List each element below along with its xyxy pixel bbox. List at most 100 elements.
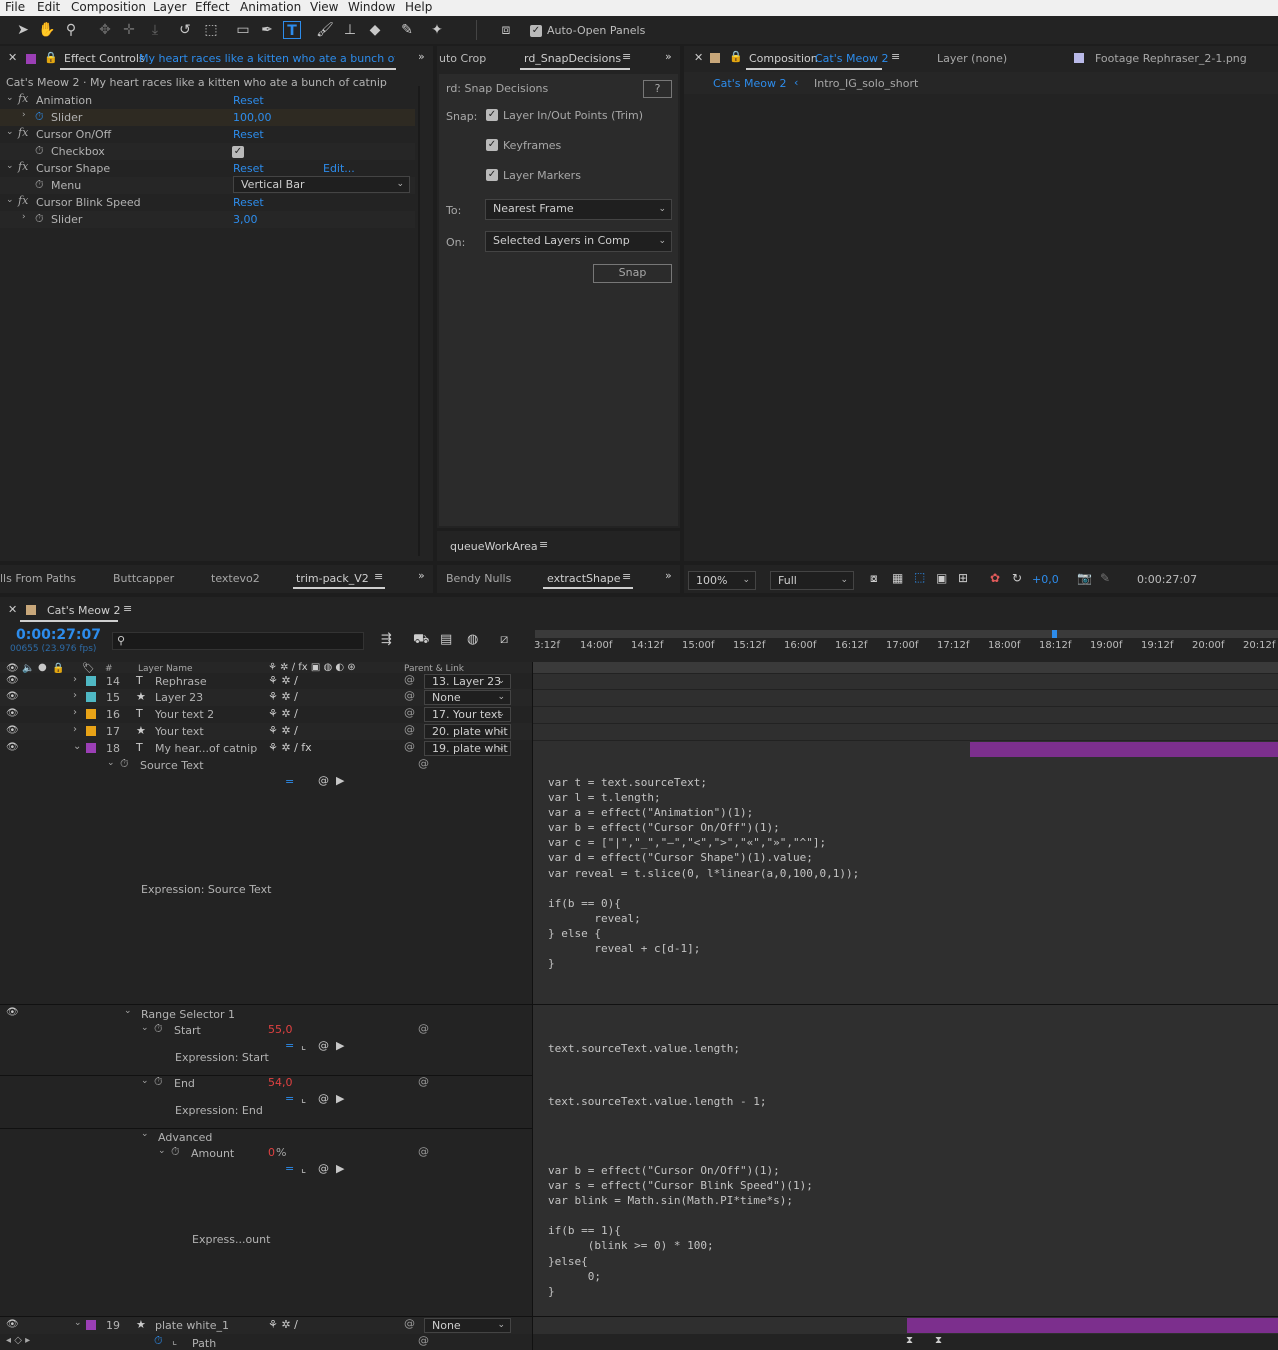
cursor-checkbox[interactable]: ✓ [232, 146, 244, 158]
source-text-row[interactable]: ⌄ ⏱ Source Text @ [0, 757, 532, 774]
expression-toggle-icon[interactable]: = [285, 1162, 294, 1175]
panel-overflow-icon[interactable]: » [665, 569, 672, 582]
parent-dropdown[interactable]: 13. Layer 23 ⌄ [424, 674, 511, 689]
slider-value[interactable]: 100,00 [233, 111, 272, 124]
panel-menu-icon[interactable]: ≡ [374, 570, 383, 583]
eraser-tool-icon[interactable]: ◆ [366, 21, 384, 39]
layer-label-color[interactable] [86, 743, 96, 753]
layer-row-15[interactable]: 👁 › 15 ★ Layer 23 ⚘ ✲ ∕ @ None ⌄ [0, 689, 532, 706]
effect-row-slider[interactable]: › ⏱ Slider 100,00 [0, 109, 415, 126]
chevron-right-icon[interactable]: › [73, 690, 77, 701]
lock-icon[interactable]: 🔒 [44, 51, 58, 64]
mask-path-visibility-icon[interactable]: ⬚ [914, 570, 925, 584]
tab-textevo2[interactable]: textevo2 [211, 572, 260, 585]
panel-menu-icon[interactable]: ≡ [622, 50, 631, 63]
chevron-right-icon[interactable]: › [22, 110, 26, 120]
parent-dropdown[interactable]: 20. plate whit ⌄ [424, 724, 511, 739]
panel-menu-icon[interactable]: ≡ [891, 50, 900, 63]
expression-menu-icon[interactable]: ▶ [336, 1162, 344, 1175]
amount-value[interactable]: 0 [268, 1146, 275, 1159]
keyframe-nav-icon[interactable]: ◂ ◇ ▸ [6, 1335, 30, 1346]
panel-toggle-icon[interactable]: ⧈ [497, 21, 515, 39]
puppet-pin-tool-icon[interactable]: ✦ [428, 21, 446, 39]
switches-icons[interactable]: ⚘ ✲ ∕ [268, 707, 298, 720]
parent-dropdown[interactable]: 19. plate whit ⌄ [424, 741, 511, 756]
chevron-down-icon[interactable]: ⌄ [107, 758, 115, 768]
frame-blending-icon[interactable]: ▤ [440, 632, 452, 647]
pickwhip-icon[interactable]: @ [404, 673, 415, 686]
amount-row[interactable]: ⌄ ⏱ Amount 0 % @ [0, 1145, 532, 1162]
on-dropdown[interactable]: Selected Layers in Comp ⌄ [485, 231, 672, 252]
timeline-current-time[interactable]: 0:00:27:07 [16, 627, 101, 643]
expression-pickwhip-icon[interactable]: @ [318, 774, 329, 787]
expression-start-editor[interactable]: text.sourceText.value.length; [533, 1022, 1278, 1075]
draft-3d-icon[interactable]: ⛟ [413, 632, 429, 649]
menu-effect[interactable]: Effect [195, 0, 230, 15]
current-time-display[interactable]: 0:00:27:07 [1137, 573, 1197, 586]
markers-checkbox[interactable]: ✓ [486, 169, 498, 181]
chevron-down-icon[interactable]: ⌄ [6, 127, 14, 137]
chevron-down-icon[interactable]: ⌄ [158, 1146, 166, 1156]
layer-18-duration-bar[interactable] [970, 742, 1278, 757]
menu-window[interactable]: Window [348, 0, 395, 15]
menu-composition[interactable]: Composition [71, 0, 146, 15]
expression-menu-icon[interactable]: ▶ [336, 1039, 344, 1052]
chevron-down-icon[interactable]: ⌄ [124, 1006, 132, 1016]
grid-options-icon[interactable]: ⊞ [958, 571, 968, 585]
switches-icons[interactable]: ⚘ ✲ ∕ [268, 674, 298, 687]
region-of-interest-icon[interactable]: ⧇ [870, 571, 878, 586]
panel-overflow-icon[interactable]: » [418, 50, 425, 63]
rotate-tool-icon[interactable]: ↺ [176, 21, 194, 39]
eye-icon[interactable]: 👁 [6, 1319, 19, 1330]
expression-pickwhip-icon[interactable]: @ [318, 1162, 329, 1175]
roto-brush-tool-icon[interactable]: ✎ [398, 21, 416, 39]
panel-menu-icon[interactable]: ≡ [622, 570, 631, 583]
reset-link[interactable]: Reset [233, 162, 264, 175]
timeline-comp-tab[interactable]: Cat's Meow 2 [47, 604, 120, 617]
expression-source-editor[interactable]: var t = text.sourceText; var l = t.lengt… [533, 757, 1278, 1004]
chevron-down-icon[interactable]: ⌄ [141, 1023, 149, 1033]
help-button[interactable]: ? [643, 80, 672, 98]
pickwhip-icon[interactable]: @ [418, 1145, 429, 1158]
pickwhip-icon[interactable]: @ [418, 1075, 429, 1088]
stopwatch-icon[interactable]: ⏱ [35, 144, 44, 158]
stopwatch-icon[interactable]: ⏱ [35, 212, 44, 226]
eye-icon[interactable]: 👁 [6, 1007, 19, 1018]
close-icon[interactable]: ✕ [694, 51, 703, 64]
layer-viewer-tab[interactable]: Layer (none) [937, 52, 1007, 65]
composition-tab[interactable]: Composition [749, 52, 818, 65]
auto-open-checkbox[interactable]: ✓ [530, 25, 542, 37]
slider-value[interactable]: 3,00 [233, 213, 258, 226]
chevron-down-icon[interactable]: ⌄ [141, 1076, 149, 1086]
end-value[interactable]: 54,0 [268, 1076, 293, 1089]
stopwatch-icon[interactable]: ⏱ [154, 1075, 163, 1089]
tab-extract-shape[interactable]: extractShape [547, 572, 620, 585]
layer-name[interactable]: Your text [155, 725, 204, 738]
expression-end-code[interactable]: text.sourceText.value.length - 1; [548, 1094, 767, 1109]
pickwhip-icon[interactable]: @ [418, 1022, 429, 1035]
panel-menu-icon[interactable]: ≡ [123, 602, 132, 615]
snap-button[interactable]: Snap [593, 264, 672, 283]
parent-dropdown[interactable]: None ⌄ [424, 1318, 511, 1333]
layer-name[interactable]: plate white_1 [155, 1319, 229, 1332]
switches-icons[interactable]: ⚘ ✲ ∕ fx [268, 741, 312, 754]
keyframe-icon[interactable]: ⧗ [935, 1335, 942, 1346]
comp-viewer-canvas[interactable] [684, 94, 1278, 561]
expression-toggle-icon[interactable]: = [285, 1092, 294, 1105]
layer-label-color[interactable] [86, 676, 96, 686]
solo-icon[interactable]: ● [38, 662, 47, 673]
graph-icon[interactable]: ⌞ [301, 1039, 306, 1052]
tab-buttcapper[interactable]: Buttcapper [113, 572, 174, 585]
parent-dropdown[interactable]: None ⌄ [424, 690, 511, 705]
eye-icon[interactable]: 👁 [6, 708, 19, 719]
effect-row-checkbox[interactable]: ⏱ Checkbox ✓ [0, 143, 415, 160]
expression-toggle-icon[interactable]: = [285, 775, 294, 788]
tab-bendy-nulls[interactable]: Bendy Nulls [446, 572, 511, 585]
close-icon[interactable]: ✕ [8, 603, 17, 616]
expression-toggle-icon[interactable]: = [285, 1039, 294, 1052]
stopwatch-icon[interactable]: ⏱ [154, 1334, 163, 1348]
show-snapshot-icon[interactable]: ✎ [1100, 571, 1110, 585]
exposure-value[interactable]: +0,0 [1032, 573, 1059, 586]
expression-pickwhip-icon[interactable]: @ [318, 1039, 329, 1052]
motion-blur-icon[interactable]: ◍ [467, 632, 478, 647]
